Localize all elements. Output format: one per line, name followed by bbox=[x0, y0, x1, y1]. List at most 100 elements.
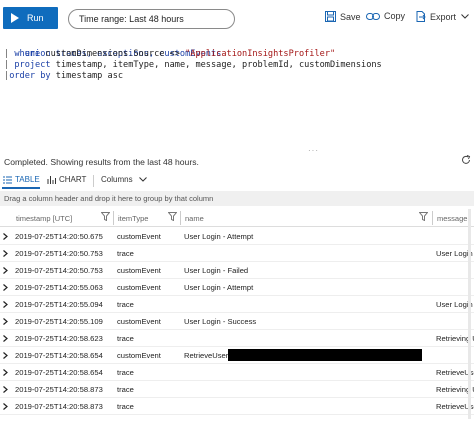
cell-timestamp: 2019-07-25T14:20:58.873 bbox=[15, 385, 103, 394]
query-where-string: "ApplicationInsightsProfiler" bbox=[185, 49, 336, 59]
table-row[interactable]: 2019-07-25T14:20:50.753 trace User Login bbox=[0, 245, 474, 262]
cell-timestamp: 2019-07-25T14:20:58.654 bbox=[15, 368, 103, 377]
query-line-4: |order by timestamp asc bbox=[4, 71, 124, 81]
editor-splitter[interactable]: ··· bbox=[0, 146, 474, 155]
tab-chart-label: CHART bbox=[59, 175, 87, 184]
filter-icon[interactable] bbox=[168, 212, 177, 221]
column-header-itemtype[interactable]: itemType bbox=[118, 214, 148, 223]
refresh-icon[interactable] bbox=[461, 155, 471, 165]
cell-timestamp: 2019-07-25T14:20:55.109 bbox=[15, 317, 103, 326]
run-button-label: Run bbox=[27, 13, 44, 23]
expand-row-icon[interactable] bbox=[3, 250, 8, 257]
cell-itemtype: trace bbox=[117, 249, 134, 258]
column-separator[interactable] bbox=[180, 211, 181, 225]
expand-row-icon[interactable] bbox=[3, 233, 8, 240]
query-editor[interactable]: union traces, exceptions, customEvents |… bbox=[0, 38, 474, 148]
tab-active-indicator bbox=[2, 187, 40, 189]
expand-row-icon[interactable] bbox=[3, 403, 8, 410]
query-line-3: | project timestamp, itemType, name, mes… bbox=[4, 60, 382, 70]
table-row[interactable]: 2019-07-25T14:20:58.623 trace Retrieving… bbox=[0, 330, 474, 347]
expand-row-icon[interactable] bbox=[3, 284, 8, 291]
cell-timestamp: 2019-07-25T14:20:58.654 bbox=[15, 351, 103, 360]
table-row[interactable]: 2019-07-25T14:20:55.109 customEvent User… bbox=[0, 313, 474, 330]
table-row[interactable]: 2019-07-25T14:20:55.063 customEvent User… bbox=[0, 279, 474, 296]
expand-row-icon[interactable] bbox=[3, 318, 8, 325]
cell-timestamp: 2019-07-25T14:20:58.623 bbox=[15, 334, 103, 343]
table-row[interactable]: 2019-07-25T14:20:50.675 customEvent User… bbox=[0, 228, 474, 245]
vertical-scrollbar[interactable] bbox=[468, 209, 471, 419]
table-row[interactable]: 2019-07-25T14:20:58.873 trace RetrieveUs… bbox=[0, 398, 474, 415]
column-header-name[interactable]: name bbox=[185, 214, 204, 223]
copy-label: Copy bbox=[384, 11, 406, 21]
cell-itemtype: trace bbox=[117, 402, 134, 411]
chevron-down-icon bbox=[461, 14, 469, 19]
table-row[interactable]: 2019-07-25T14:20:58.654 trace RetrieveUs… bbox=[0, 364, 474, 381]
play-icon bbox=[11, 13, 19, 23]
run-button[interactable]: Run bbox=[3, 7, 58, 29]
cell-itemtype: trace bbox=[117, 368, 134, 377]
export-icon bbox=[416, 11, 426, 22]
expand-row-icon[interactable] bbox=[3, 352, 8, 359]
expand-row-icon[interactable] bbox=[3, 369, 8, 376]
cell-itemtype: trace bbox=[117, 385, 134, 394]
status-text: Completed. Showing results from the last… bbox=[4, 157, 199, 167]
cell-timestamp: 2019-07-25T14:20:58.873 bbox=[15, 402, 103, 411]
copy-button[interactable]: Copy bbox=[366, 11, 405, 21]
query-where-field: customDimensions.Source <> bbox=[45, 49, 186, 59]
cell-name: User Login - Attempt bbox=[184, 283, 254, 292]
query-line-2: | where customDimensions.Source <> "Appl… bbox=[4, 49, 336, 59]
query-project-keyword: project bbox=[14, 60, 51, 70]
cell-itemtype: customEvent bbox=[117, 351, 161, 360]
query-project-fields: timestamp, itemType, name, message, prob… bbox=[55, 60, 382, 70]
table-row[interactable]: 2019-07-25T14:20:58.873 trace Retrieving… bbox=[0, 381, 474, 398]
expand-row-icon[interactable] bbox=[3, 267, 8, 274]
view-tabs: TABLE CHART Columns bbox=[0, 173, 474, 189]
cell-name: User Login - Attempt bbox=[184, 232, 254, 241]
export-button[interactable]: Export bbox=[415, 11, 473, 22]
cell-itemtype: customEvent bbox=[117, 232, 161, 241]
time-range-label: Time range: Last 48 hours bbox=[79, 14, 184, 24]
cell-timestamp: 2019-07-25T14:20:55.063 bbox=[15, 283, 103, 292]
table-row[interactable]: 2019-07-25T14:20:55.094 trace User Login bbox=[0, 296, 474, 313]
filter-icon[interactable] bbox=[419, 212, 428, 221]
save-label: Save bbox=[340, 11, 361, 22]
expand-row-icon[interactable] bbox=[3, 386, 8, 393]
columns-dropdown[interactable]: Columns bbox=[101, 175, 147, 184]
query-order-fields: timestamp asc bbox=[55, 71, 124, 81]
bar-chart-icon bbox=[47, 176, 56, 184]
cell-timestamp: 2019-07-25T14:20:50.753 bbox=[15, 249, 103, 258]
cell-itemtype: trace bbox=[117, 300, 134, 309]
column-header-message[interactable]: message bbox=[437, 214, 467, 223]
tab-chart[interactable]: CHART bbox=[47, 175, 86, 184]
filter-icon[interactable] bbox=[101, 212, 110, 221]
tab-table[interactable]: TABLE bbox=[3, 175, 40, 184]
expand-row-icon[interactable] bbox=[3, 301, 8, 308]
cell-itemtype: customEvent bbox=[117, 266, 161, 275]
query-order-keyword: order by bbox=[9, 71, 51, 81]
cell-name: User Login - Failed bbox=[184, 266, 249, 275]
table-row[interactable]: 2019-07-25T14:20:58.654 customEvent Retr… bbox=[0, 347, 474, 364]
cell-timestamp: 2019-07-25T14:20:55.094 bbox=[15, 300, 103, 309]
tabs-divider bbox=[93, 175, 94, 187]
group-by-drop-zone[interactable]: Drag a column header and drop it here to… bbox=[0, 191, 474, 206]
column-header-timestamp[interactable]: timestamp [UTC] bbox=[16, 214, 72, 223]
cell-itemtype: customEvent bbox=[117, 317, 161, 326]
export-label: Export bbox=[430, 11, 457, 22]
query-toolbar: Run Time range: Last 48 hours Save Copy … bbox=[0, 0, 474, 36]
table-icon bbox=[3, 176, 12, 183]
link-icon bbox=[366, 12, 380, 20]
column-separator[interactable] bbox=[113, 211, 114, 225]
table-row[interactable]: 2019-07-25T14:20:50.753 customEvent User… bbox=[0, 262, 474, 279]
save-button[interactable]: Save bbox=[325, 11, 361, 22]
expand-row-icon[interactable] bbox=[3, 335, 8, 342]
cell-timestamp: 2019-07-25T14:20:50.753 bbox=[15, 266, 103, 275]
cell-itemtype: customEvent bbox=[117, 283, 161, 292]
save-icon bbox=[325, 11, 336, 22]
tab-table-label: TABLE bbox=[15, 175, 40, 184]
columns-label: Columns bbox=[101, 175, 133, 184]
column-separator[interactable] bbox=[432, 211, 433, 225]
cell-timestamp: 2019-07-25T14:20:50.675 bbox=[15, 232, 103, 241]
time-range-picker[interactable]: Time range: Last 48 hours bbox=[68, 9, 235, 29]
chevron-down-icon bbox=[138, 177, 147, 182]
cell-itemtype: trace bbox=[117, 334, 134, 343]
